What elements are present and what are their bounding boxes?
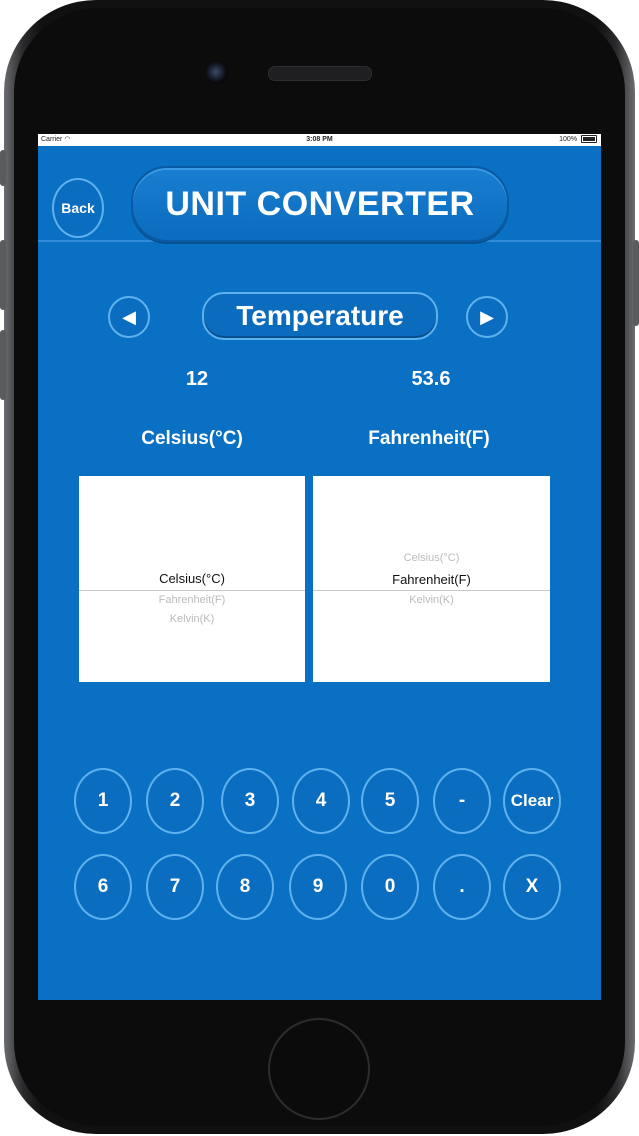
to-unit-picker[interactable]: Celsius(°C) Fahrenheit(F) Kelvin(K) [313,476,550,682]
prev-category-button[interactable]: ◀ [108,296,150,338]
status-bar: Carrier ◠ 3:08 PM 100% [38,134,601,146]
picker-divider [79,590,305,591]
next-category-button[interactable]: ▶ [466,296,508,338]
battery-indicator: 100% [559,134,597,146]
picker-option[interactable]: Celsius(°C) [79,571,305,586]
power-button [633,240,639,326]
arrow-right-icon: ▶ [480,306,494,327]
key-4[interactable]: 4 [292,768,350,834]
key-6[interactable]: 6 [74,854,132,920]
from-unit-label: Celsius(°C) [141,428,243,449]
key-0[interactable]: 0 [361,854,419,920]
volume-up-button [0,240,6,310]
mute-switch [0,150,6,186]
front-camera-icon [206,62,228,84]
page-title: UNIT CONVERTER [165,184,475,223]
key-1[interactable]: 1 [74,768,132,834]
earpiece-speaker [268,66,372,81]
key-8[interactable]: 8 [216,854,274,920]
volume-down-button [0,330,6,400]
battery-percent: 100% [559,136,578,143]
key-7[interactable]: 7 [146,854,204,920]
category-label: Temperature [236,300,404,331]
picker-option[interactable]: Fahrenheit(F) [79,594,305,606]
key-decimal[interactable]: . [433,854,491,920]
from-value: 12 [185,368,209,390]
key-3[interactable]: 3 [221,768,279,834]
nav-bar: Back UNIT CONVERTER [38,146,601,242]
to-value: 53.6 [411,368,451,390]
key-9[interactable]: 9 [289,854,347,920]
title-banner: UNIT CONVERTER [131,166,509,242]
key-minus[interactable]: - [433,768,491,834]
picker-option[interactable]: Kelvin(K) [313,594,550,606]
picker-option[interactable]: Kelvin(K) [79,613,305,625]
key-2[interactable]: 2 [146,768,204,834]
from-unit-picker[interactable]: Celsius(°C) Fahrenheit(F) Kelvin(K) [79,476,305,682]
battery-icon [581,135,597,144]
picker-option[interactable]: Fahrenheit(F) [313,572,550,587]
app-screen: Carrier ◠ 3:08 PM 100% Back UNIT CONVERT… [38,134,601,1000]
arrow-left-icon: ◀ [122,306,136,327]
to-unit-label: Fahrenheit(F) [368,428,490,449]
home-button[interactable] [268,1018,370,1120]
category-selector[interactable]: Temperature [202,292,438,340]
key-5[interactable]: 5 [361,768,419,834]
picker-option[interactable]: Celsius(°C) [313,552,550,564]
back-button[interactable]: Back [52,178,104,238]
status-time: 3:08 PM [306,136,333,143]
clear-button[interactable]: Clear [503,768,561,834]
picker-divider [313,590,550,591]
backspace-button[interactable]: X [503,854,561,920]
